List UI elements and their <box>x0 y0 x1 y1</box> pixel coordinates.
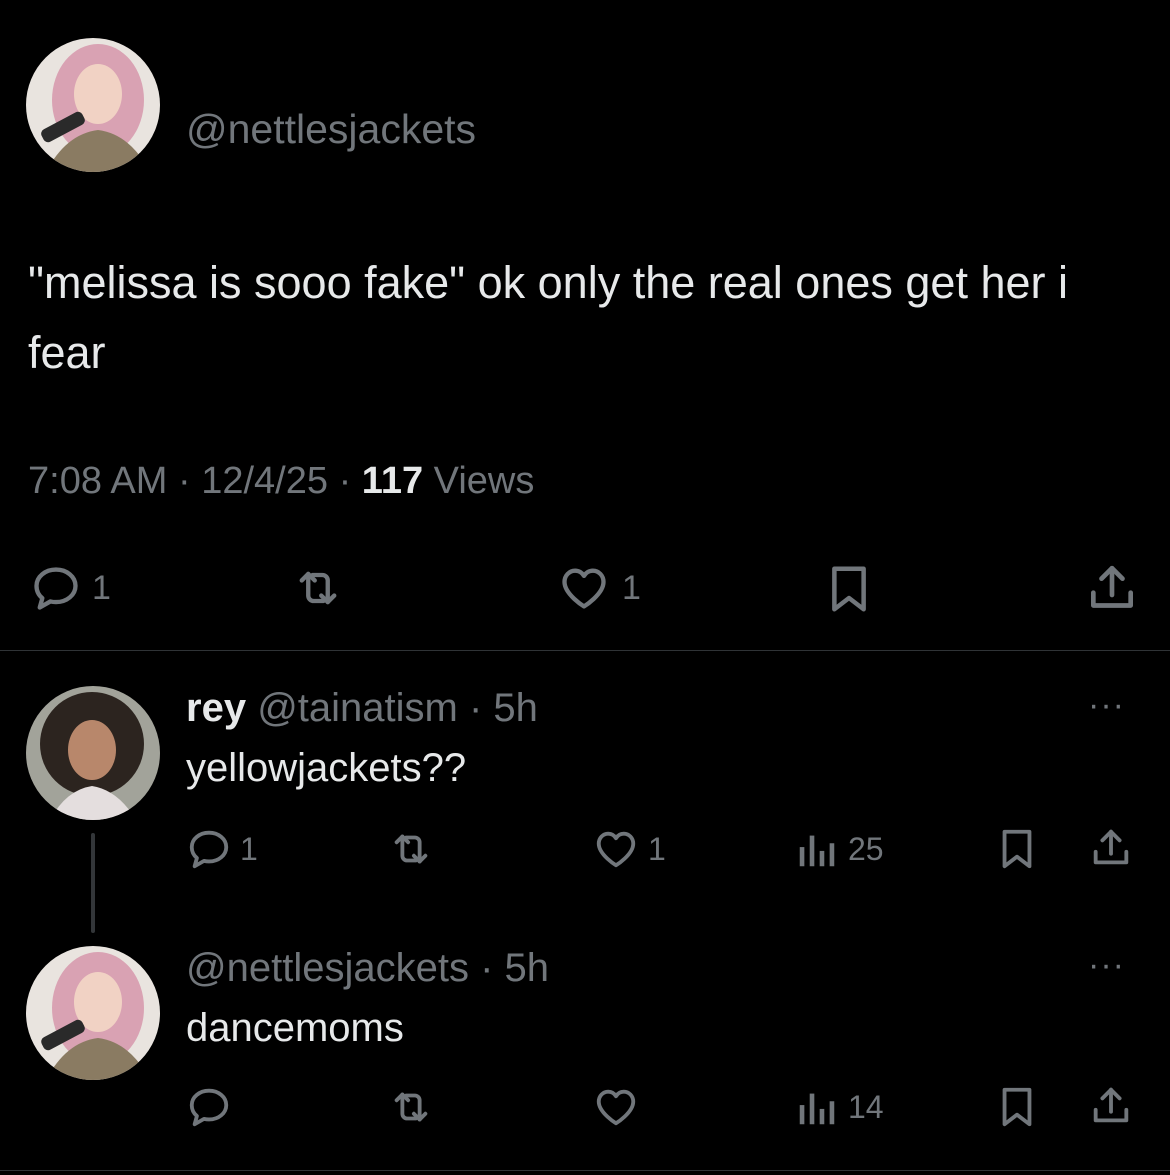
more-options-button[interactable]: ··· <box>1088 946 1125 985</box>
more-options-button[interactable]: ··· <box>1088 686 1125 725</box>
repost-icon <box>284 562 352 614</box>
author-handle[interactable]: @nettlesjackets <box>186 106 476 153</box>
reply-text: dancemoms <box>186 1006 404 1050</box>
views-button[interactable]: 14 <box>794 1084 884 1130</box>
views-icon <box>794 826 840 872</box>
bookmark-button[interactable] <box>994 1082 1040 1132</box>
reply-time[interactable]: · 5h <box>469 686 538 730</box>
bookmark-button[interactable] <box>822 560 876 618</box>
reply-text: yellowjackets?? <box>186 746 467 790</box>
share-button[interactable] <box>1088 1082 1134 1130</box>
display-name[interactable]: rey <box>186 686 246 730</box>
reply-count: 1 <box>240 830 258 867</box>
share-icon <box>1088 824 1134 872</box>
avatar[interactable] <box>26 38 160 172</box>
views-count: 14 <box>848 1088 884 1125</box>
reply-button[interactable]: 1 <box>30 562 111 614</box>
views-count: 25 <box>848 830 884 867</box>
divider <box>0 650 1170 651</box>
repost-button[interactable] <box>382 826 440 872</box>
reply-icon <box>186 1084 232 1130</box>
repost-icon <box>382 826 440 872</box>
bookmark-button[interactable] <box>994 824 1040 874</box>
reply-handle[interactable]: @nettlesjackets <box>186 946 469 990</box>
like-count: 1 <box>622 568 641 607</box>
heart-icon <box>556 562 612 614</box>
meta-separator: · <box>338 460 352 502</box>
like-button[interactable]: 1 <box>592 826 666 872</box>
share-button[interactable] <box>1088 824 1134 872</box>
share-button[interactable] <box>1084 560 1140 616</box>
avatar[interactable] <box>26 946 160 1080</box>
reply-button[interactable]: 1 <box>186 826 258 872</box>
heart-icon <box>592 1084 640 1130</box>
reply-time[interactable]: · 5h <box>480 946 549 990</box>
tweet-date: 12/4/25 <box>201 460 328 502</box>
like-button[interactable] <box>592 1084 640 1130</box>
views-icon <box>794 1084 840 1130</box>
tweet-text: "melissa is sooo fake" ok only the real … <box>28 257 1068 378</box>
reply-header: @nettlesjackets · 5h <box>186 946 549 991</box>
meta-separator: · <box>177 460 191 502</box>
repost-button[interactable] <box>382 1084 440 1130</box>
reply-icon <box>186 826 232 872</box>
like-button[interactable]: 1 <box>556 562 641 614</box>
reply-handle[interactable]: @tainatism <box>257 686 458 730</box>
reply-header: rey @tainatism · 5h <box>186 686 538 731</box>
bookmark-icon <box>994 824 1040 874</box>
tweet-meta: 7:08 AM · 12/4/25 · 117 Views <box>28 460 534 503</box>
views-count: 117 <box>361 460 424 502</box>
avatar[interactable] <box>26 686 160 820</box>
reply-count: 1 <box>92 568 111 607</box>
reply-button[interactable] <box>186 1084 232 1130</box>
divider <box>0 1170 1170 1171</box>
views-label[interactable]: Views <box>434 460 535 502</box>
tweet-time: 7:08 AM <box>28 460 168 502</box>
share-icon <box>1084 560 1140 616</box>
repost-icon <box>382 1084 440 1130</box>
bookmark-icon <box>994 1082 1040 1132</box>
thread-line <box>91 833 95 933</box>
repost-button[interactable] <box>284 562 352 614</box>
views-button[interactable]: 25 <box>794 826 884 872</box>
reply-icon <box>30 562 82 614</box>
like-count: 1 <box>648 830 666 867</box>
bookmark-icon <box>822 560 876 618</box>
share-icon <box>1088 1082 1134 1130</box>
heart-icon <box>592 826 640 872</box>
